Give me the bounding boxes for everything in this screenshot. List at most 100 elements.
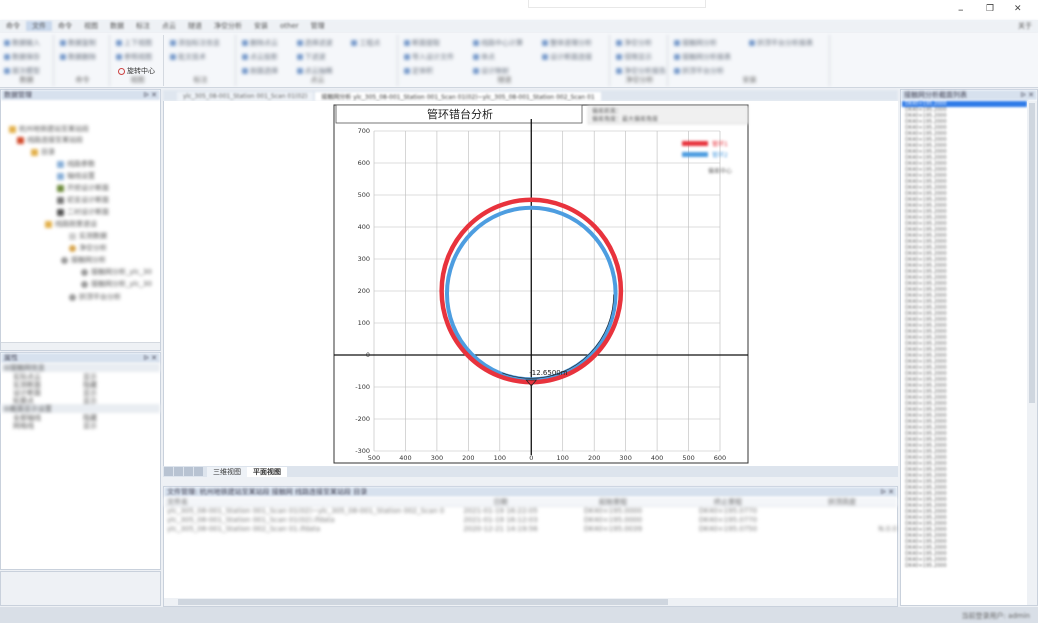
column-header[interactable]: 终止里程 [669, 497, 784, 506]
minimize-button[interactable]: – [958, 3, 964, 16]
menu-item-view[interactable]: 视图 [78, 21, 104, 31]
close-button[interactable]: ✕ [1014, 4, 1022, 14]
pin-close-icon[interactable]: ᐅ ✕ [144, 91, 157, 99]
tree-item[interactable]: 接触网分析_ylc_30 [81, 279, 152, 289]
ribbon-button[interactable]: 点云投影 [242, 52, 291, 62]
ribbon-button[interactable]: 断面提取 [404, 38, 467, 48]
horizontal-scrollbar[interactable] [1, 342, 160, 350]
panel-title: 属性 ᐅ ✕ [1, 353, 160, 363]
ribbon-button[interactable]: 工程点 [351, 38, 393, 48]
report-icon [749, 40, 755, 46]
tab-nav-first[interactable] [164, 467, 173, 476]
property-category[interactable]: ⊟ 截面显示设置 [1, 404, 160, 413]
ribbon-button[interactable]: 侵限显示 [616, 52, 666, 62]
property-row[interactable]: 网格线 显示 [1, 421, 160, 430]
section-list-panel: 接触网分析截面列表 ᐅ ✕ DK40+195.2000 DK40+195.2000 D… [900, 89, 1038, 606]
ribbon-button[interactable]: 净空分析 [616, 38, 666, 48]
table-row[interactable]: ylc_305_08-001_Station 002_Scan 01.ifdat… [164, 525, 897, 534]
tab-plan-view[interactable]: 平面视图 [247, 466, 287, 477]
ribbon-button[interactable]: 参照视图 [116, 52, 159, 62]
tab-nav-last[interactable] [194, 467, 203, 476]
menu-item-clearance[interactable]: 净空分析 [208, 21, 248, 31]
menu-item-manage[interactable]: 管理 [305, 21, 331, 31]
menu-item-file[interactable]: 文件 [26, 21, 52, 31]
tree-item[interactable]: 轴线设置 [57, 171, 95, 181]
tree-item[interactable]: 开挖设计断面 [57, 183, 109, 193]
menu-item-data[interactable]: 数据 [104, 21, 130, 31]
ribbon-button[interactable]: 选择滤波 [296, 38, 346, 48]
ribbon-button[interactable]: 体点 [473, 52, 536, 62]
section-list[interactable]: DK40+195.2000 DK40+195.2000 DK40+195.2000 D… [902, 101, 1027, 605]
tree-item[interactable]: 线路参数 [57, 159, 95, 169]
ribbon-button[interactable]: 数据输入 [4, 38, 49, 48]
ribbon-button[interactable]: 上下视图 [116, 38, 159, 48]
ribbon-button[interactable]: 拱顶平台分析报表 [749, 38, 825, 48]
table-row[interactable]: ylc_305_08-001_Station 001_Scan 01(02)~y… [164, 507, 897, 516]
ribbon-button[interactable]: 设计断面连接 [542, 52, 605, 62]
ribbon-button[interactable]: 删除点云 [242, 38, 291, 48]
scrollbar-thumb[interactable] [178, 599, 668, 605]
copy-icon [60, 40, 66, 46]
ribbon-button[interactable]: 线路中心计算 [473, 38, 536, 48]
property-row[interactable]: 实测断面 隐藏 [1, 380, 160, 389]
ribbon-group-label: 隧道 [497, 76, 512, 84]
property-row[interactable]: 实际点云 显示 [1, 372, 160, 381]
line-icon [17, 136, 24, 144]
section-list-item[interactable]: DK40+195.2000 [902, 563, 1027, 569]
ribbon-button[interactable]: 数据删除 [60, 52, 105, 62]
x-tick-label: 100 [494, 454, 506, 462]
tree-item[interactable]: 实测数据 [69, 231, 107, 241]
property-category[interactable]: ⊟ 接触网信息 [1, 363, 160, 372]
menu-item-help[interactable]: 关于 [1018, 21, 1032, 31]
tree-item[interactable]: 杭州地铁建站至某站段 [9, 124, 89, 134]
tree-item[interactable]: 目录 [31, 147, 55, 157]
column-header[interactable]: 起始里程 [554, 497, 669, 506]
menu-item[interactable]: 命令 [0, 21, 26, 31]
menu-item-pointcloud[interactable]: 点云 [156, 21, 182, 31]
menu-item-annotate[interactable]: 标注 [130, 21, 156, 31]
tree-item[interactable]: 接触网分析_ylc_30 [81, 267, 152, 277]
legend-swatch [682, 141, 708, 146]
tree-item[interactable]: 接触网分析 [61, 255, 106, 265]
chart-svg[interactable]: 管环错台分析 500 400 300 200 100 0 100 200 300 400 500 60… [164, 101, 899, 466]
ribbon-button[interactable]: 接触网分析报表 [674, 52, 743, 62]
warning-icon [616, 54, 622, 60]
column-header[interactable]: 文件名 [164, 497, 444, 506]
tree-item[interactable]: 净空分析 [69, 243, 107, 253]
chart-canvas[interactable]: 管环错台分析 500 400 300 200 100 0 100 200 300 400 500 60… [163, 101, 898, 466]
ribbon-button[interactable]: 批文技术 [170, 52, 231, 62]
ribbon-button[interactable]: 添加标注信息 [170, 38, 231, 48]
property-row[interactable]: 设计断面 显示 [1, 388, 160, 397]
tab-nav-prev[interactable] [174, 467, 183, 476]
pin-close-icon[interactable]: ᐅ ✕ [881, 488, 894, 496]
menu-item-other[interactable]: other [274, 22, 305, 30]
pin-close-icon[interactable]: ᐅ ✕ [1021, 91, 1034, 99]
table-row[interactable]: ylc_305_08-001_Station 001_Scan 01(02).i… [164, 516, 897, 525]
tree-item[interactable]: 线路连接至某站段 [17, 135, 83, 145]
tab-3d-view[interactable]: 三维视图 [207, 466, 247, 477]
tab-document-active[interactable]: 接触网分析 ylc_305_08-001_Station 001_Scan 01… [315, 92, 601, 101]
property-row[interactable]: 全部轴线 隐藏 [1, 413, 160, 422]
menu-item[interactable]: 命令 [52, 21, 78, 31]
tree-item[interactable]: 线路刚里道设 [45, 219, 97, 229]
tree-item[interactable]: 初支设计断面 [57, 195, 109, 205]
vertical-scrollbar[interactable] [1027, 101, 1037, 605]
tab-document[interactable]: ylc_305_08-001_Station 001_Scan 01(02) [177, 92, 314, 101]
restore-button[interactable]: ❐ [986, 4, 994, 14]
horizontal-scrollbar[interactable] [164, 598, 897, 606]
ribbon-button[interactable]: 导入设计文件 [404, 52, 467, 62]
tab-nav-next[interactable] [184, 467, 193, 476]
pin-close-icon[interactable]: ᐅ ✕ [144, 354, 157, 362]
ribbon-button[interactable]: 下滤波 [296, 52, 346, 62]
scrollbar-thumb[interactable] [1029, 103, 1035, 403]
ribbon-button[interactable]: 整体道理分析 [542, 38, 605, 48]
menu-item-install[interactable]: 安装 [248, 21, 274, 31]
column-header[interactable]: 日期 [444, 497, 554, 506]
tree-item[interactable]: 拱顶平台分析 [69, 292, 121, 302]
tree-item[interactable]: 二衬设计断面 [57, 207, 109, 217]
menu-item-tunnel[interactable]: 隧道 [182, 21, 208, 31]
column-header[interactable]: 拱顶高度 [784, 497, 897, 506]
ribbon-button[interactable]: 接触网分析 [674, 38, 743, 48]
ribbon-button[interactable]: 数据复制 [60, 38, 105, 48]
ribbon-button[interactable]: 数据保存 [4, 52, 49, 62]
